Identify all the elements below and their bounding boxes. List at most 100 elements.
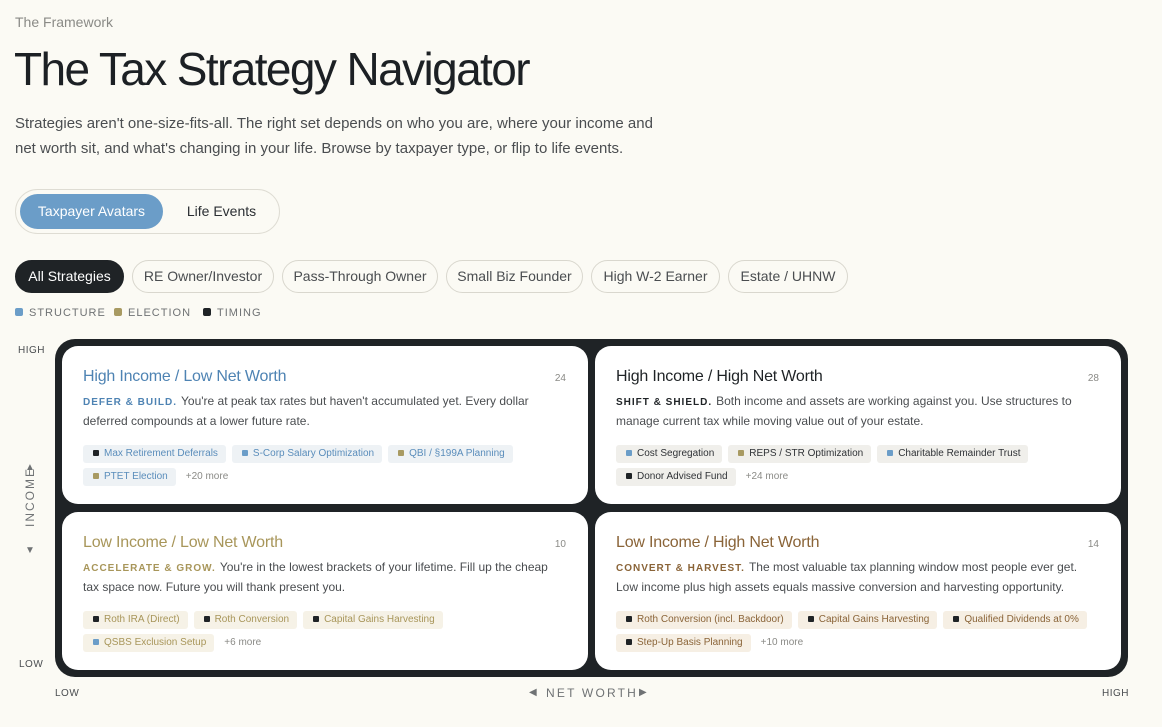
strategy-pill-label: S-Corp Salary Optimization xyxy=(252,448,375,459)
filter-re-owner-investor[interactable]: RE Owner/Investor xyxy=(132,260,274,293)
quadrant-low-income-high-net-worth[interactable]: Low Income / High Net Worth 14 CONVERT & … xyxy=(595,512,1121,670)
strategy-pills: Max Retirement Deferrals S-Corp Salary Op… xyxy=(83,445,573,486)
more-strategies-link[interactable]: +24 more xyxy=(742,468,793,486)
taxpayer-avatars-tab[interactable]: Taxpayer Avatars xyxy=(20,194,163,229)
quadrant-title: High Income / Low Net Worth xyxy=(83,368,287,385)
more-strategies-link[interactable]: +10 more xyxy=(757,634,808,652)
quadrant-title: High Income / High Net Worth xyxy=(616,368,823,385)
strategy-pill-label: Qualified Dividends at 0% xyxy=(964,614,1079,625)
strategy-pill-label: Capital Gains Harvesting xyxy=(818,614,930,625)
strategy-count: 10 xyxy=(554,539,566,550)
strategy-count: 14 xyxy=(1087,539,1099,550)
category-dot xyxy=(626,639,632,645)
eyebrow: The Framework xyxy=(15,14,114,30)
category-dot xyxy=(626,450,632,456)
strategy-pill-label: QBI / §199A Planning xyxy=(409,448,505,459)
strategy-pill[interactable]: Charitable Remainder Trust xyxy=(877,445,1029,463)
quadrant-low-income-low-net-worth[interactable]: Low Income / Low Net Worth 10 ACCELERATE … xyxy=(62,512,588,670)
x-axis: ◀ NET WORTH ▶ xyxy=(529,686,654,702)
y-axis: ▲ INCOME ▼ xyxy=(22,462,38,558)
strategy-count: 24 xyxy=(554,373,566,384)
strategy-pill[interactable]: Qualified Dividends at 0% xyxy=(943,611,1087,629)
strategy-pill-label: Step-Up Basis Planning xyxy=(637,637,743,648)
filter-estate-uhnw[interactable]: Estate / UHNW xyxy=(728,260,848,293)
category-dot xyxy=(953,616,960,622)
strategy-pill[interactable]: PTET Election xyxy=(83,468,176,486)
strategy-pill-label: Max Retirement Deferrals xyxy=(104,448,218,459)
quadrant-tag: DEFER & BUILD. xyxy=(83,397,177,408)
strategy-pill[interactable]: Roth Conversion xyxy=(193,611,298,629)
strategy-pills: Roth Conversion (incl. Backdoor) Capital … xyxy=(616,611,1106,652)
strategy-pill-label: Capital Gains Harvesting xyxy=(324,614,435,625)
life-events-tab[interactable]: Life Events xyxy=(174,194,269,229)
strategy-pill-label: Charitable Remainder Trust xyxy=(898,448,1021,459)
arrow-left-icon: ◀ xyxy=(529,687,537,698)
quadrant-title: Low Income / High Net Worth xyxy=(616,534,820,551)
x-axis-high-label: HIGH xyxy=(1102,688,1129,699)
quadrant-title: Low Income / Low Net Worth xyxy=(83,534,283,551)
strategy-pill-label: Roth Conversion (incl. Backdoor) xyxy=(637,614,784,625)
strategy-pill[interactable]: Capital Gains Harvesting xyxy=(797,611,938,629)
x-axis-low-label: LOW xyxy=(55,688,80,699)
quadrant-tag: ACCELERATE & GROW. xyxy=(83,563,216,574)
category-dot xyxy=(626,473,632,479)
filter-pass-through-owner[interactable]: Pass-Through Owner xyxy=(282,260,438,293)
strategy-pill-label: Roth Conversion xyxy=(214,614,290,625)
quadrant-high-income-high-net-worth[interactable]: High Income / High Net Worth 28 SHIFT & S… xyxy=(595,346,1121,504)
quadrant-description: DEFER & BUILD. You're at peak tax rates b… xyxy=(83,392,566,430)
more-strategies-link[interactable]: +6 more xyxy=(220,634,265,652)
category-dot xyxy=(807,616,814,622)
strategy-pill[interactable]: Roth Conversion (incl. Backdoor) xyxy=(616,611,792,629)
page-title: The Tax Strategy Navigator xyxy=(14,43,531,95)
category-dot xyxy=(93,473,99,479)
strategy-pill[interactable]: S-Corp Salary Optimization xyxy=(231,445,383,463)
quadrant-high-income-low-net-worth[interactable]: High Income / Low Net Worth 24 DEFER & BU… xyxy=(62,346,588,504)
y-axis-high-label: HIGH xyxy=(18,345,45,356)
strategy-pill[interactable]: Step-Up Basis Planning xyxy=(616,634,751,652)
quadrant-tag: CONVERT & HARVEST. xyxy=(616,563,745,574)
strategy-pill-label: Donor Advised Fund xyxy=(637,471,728,482)
strategy-pills: Roth IRA (Direct) Roth Conversion Capital … xyxy=(83,611,573,652)
strategy-pill[interactable]: Capital Gains Harvesting xyxy=(303,611,443,629)
x-axis-title: NET WORTH xyxy=(546,686,639,700)
quadrant-description: ACCELERATE & GROW. You're in the lowest b… xyxy=(83,558,566,596)
legend-structure-swatch xyxy=(15,308,23,316)
quadrant-description: CONVERT & HARVEST. The most valuable tax … xyxy=(616,558,1099,596)
strategy-pill[interactable]: Roth IRA (Direct) xyxy=(83,611,188,629)
category-dot xyxy=(241,450,248,456)
strategy-pill[interactable]: REPS / STR Optimization xyxy=(728,445,872,463)
category-dot xyxy=(93,616,99,622)
filter-all-strategies[interactable]: All Strategies xyxy=(15,260,124,293)
strategy-pill[interactable]: Max Retirement Deferrals xyxy=(83,445,226,463)
strategy-count: 28 xyxy=(1087,373,1099,384)
intro-text: Strategies aren't one-size-fits-all. The… xyxy=(15,115,653,157)
legend-timing: TIMING xyxy=(203,307,262,319)
filter-small-biz-founder[interactable]: Small Biz Founder xyxy=(446,260,583,293)
strategy-pills: Cost Segregation REPS / STR Optimization C… xyxy=(616,445,1106,486)
strategy-pill[interactable]: QSBS Exclusion Setup xyxy=(83,634,215,652)
legend-election: ELECTION xyxy=(114,307,191,319)
y-axis-title: INCOME xyxy=(23,467,37,527)
category-dot xyxy=(93,639,99,645)
category-dot xyxy=(203,616,210,622)
category-dot xyxy=(93,450,99,456)
category-dot xyxy=(398,450,405,456)
arrow-right-icon: ▶ xyxy=(639,687,647,698)
legend-timing-swatch xyxy=(203,308,211,316)
legend-structure: STRUCTURE xyxy=(15,307,106,319)
strategy-pill[interactable]: Cost Segregation xyxy=(616,445,723,463)
strategy-pill[interactable]: QBI / §199A Planning xyxy=(388,445,513,463)
y-axis-low-label: LOW xyxy=(19,659,44,670)
strategy-matrix: High Income / Low Net Worth 24 DEFER & BU… xyxy=(55,339,1128,677)
category-dot xyxy=(313,616,320,622)
filter-high-w2-earner[interactable]: High W-2 Earner xyxy=(591,260,720,293)
legend-election-swatch xyxy=(114,308,122,316)
view-toggle: Taxpayer Avatars Life Events xyxy=(15,189,280,234)
strategy-pill[interactable]: Donor Advised Fund xyxy=(616,468,736,486)
more-strategies-link[interactable]: +20 more xyxy=(182,468,233,486)
strategy-pill-label: PTET Election xyxy=(104,471,168,482)
quadrant-tag: SHIFT & SHIELD. xyxy=(616,397,713,408)
strategy-pill-label: REPS / STR Optimization xyxy=(749,448,864,459)
strategy-pill-label: Cost Segregation xyxy=(637,448,715,459)
strategy-pill-label: Roth IRA (Direct) xyxy=(104,614,180,625)
